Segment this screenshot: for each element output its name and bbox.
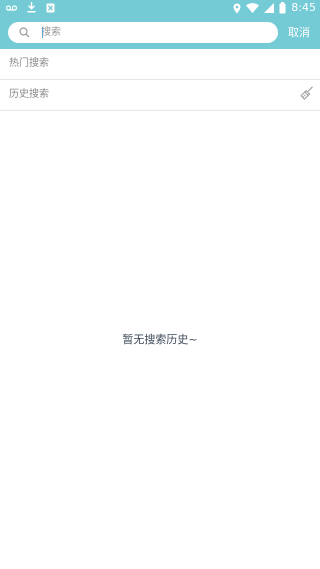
status-bar-notifications xyxy=(6,2,55,13)
search-input[interactable] xyxy=(41,24,271,41)
text-caret xyxy=(42,27,43,38)
status-time: 8:45 xyxy=(291,1,316,14)
download-icon xyxy=(27,2,36,13)
search-bar: 取消 xyxy=(0,22,320,44)
history-search-label: 历史搜索 xyxy=(9,89,49,100)
voicemail-icon xyxy=(6,4,17,12)
header: 8:45 取消 xyxy=(0,0,320,49)
signal-icon xyxy=(264,3,275,13)
search-icon xyxy=(19,27,30,38)
search-box[interactable] xyxy=(8,22,278,43)
hot-search-section: 热门搜索 xyxy=(0,49,320,80)
location-icon xyxy=(233,3,241,14)
wifi-icon xyxy=(246,3,260,13)
status-bar-system: 8:45 xyxy=(233,1,316,15)
hot-search-label: 热门搜索 xyxy=(9,58,49,69)
search-screen: 8:45 取消 热门搜索 历史搜索 xyxy=(0,0,320,569)
close-box-icon xyxy=(46,3,55,13)
broom-icon[interactable] xyxy=(300,86,314,100)
cancel-button[interactable]: 取消 xyxy=(288,25,310,41)
status-bar: 8:45 xyxy=(0,0,320,16)
empty-state-text: 暂无搜索历史~ xyxy=(122,333,198,346)
battery-icon xyxy=(279,2,286,14)
history-search-section: 历史搜索 xyxy=(0,80,320,111)
